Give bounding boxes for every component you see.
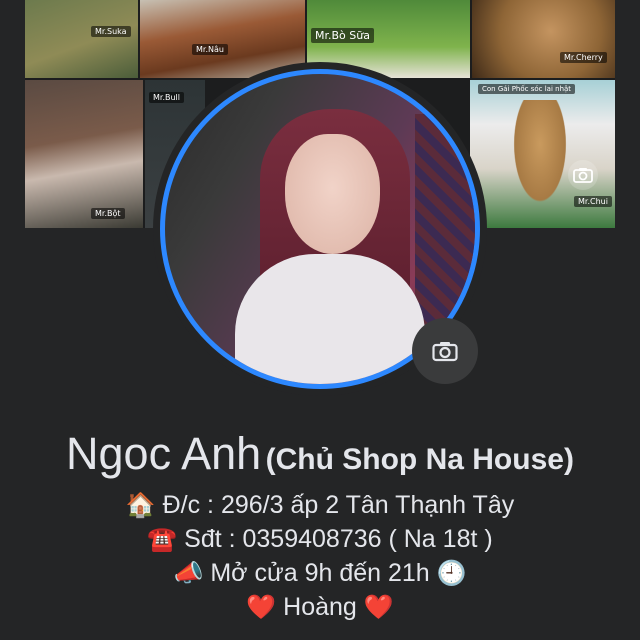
bio-phone: Sđt : 0359408736 ( Na 18t ) [184, 525, 493, 553]
bio-address: Đ/c : 296/3 ấp 2 Tân Thạnh Tây [162, 491, 515, 519]
bio-phone-line: ☎️ Sđt : 0359408736 ( Na 18t ) [0, 522, 640, 556]
bio-address-line: 🏠 Đ/c : 296/3 ấp 2 Tân Thạnh Tây [0, 488, 640, 522]
bio-hours: Mở cửa 9h đến 21h [210, 559, 430, 587]
bio-hours-line: 📣 Mở cửa 9h đến 21h 🕘 [0, 556, 640, 590]
cover-camera-button[interactable] [568, 160, 598, 190]
pet-name-tag: Mr.Bột [91, 208, 125, 219]
camera-icon [432, 342, 458, 362]
heart-icon: ❤️ [246, 593, 277, 621]
pet-name-tag: Mr.Cherry [560, 52, 607, 63]
pet-name-tag: Mr.Chui [574, 196, 612, 207]
cover-tile-dog: Mr.Suka [25, 0, 138, 78]
pet-name-tag: Mr.Suka [91, 26, 131, 37]
pet-name-tag: Con Gái Phốc sóc lai nhật [478, 84, 576, 94]
background-clothing [415, 114, 475, 344]
profile-bio: 🏠 Đ/c : 296/3 ấp 2 Tân Thạnh Tây ☎️ Sđt … [0, 488, 640, 624]
bio-love-line: ❤️ Hoàng ❤️ [0, 590, 640, 624]
profile-nickname: (Chủ Shop Na House) [265, 443, 574, 476]
profile-name: Ngoc Anh [66, 428, 262, 479]
clock-icon: 🕘 [436, 559, 467, 587]
avatar-face [285, 134, 380, 254]
cover-tile-dog: Mr.Cherry [472, 0, 615, 78]
cover-tile-dog: Mr.Bột [25, 80, 143, 228]
heart-icon: ❤️ [363, 593, 394, 621]
bio-love: Hoàng [283, 593, 357, 621]
cover-tile-dog: Con Gái Phốc sóc lai nhật Mr.Chui [470, 80, 615, 228]
avatar-shirt [235, 254, 425, 384]
pet-name-tag: Mr.Bull [149, 92, 185, 103]
dog-photo [510, 100, 570, 210]
camera-icon [573, 168, 593, 183]
profile-name-line: Ngoc Anh (Chủ Shop Na House) [0, 428, 640, 480]
house-icon: 🏠 [125, 491, 156, 519]
profile-camera-button[interactable] [412, 318, 478, 384]
pet-name-tag: Mr.Nâu [192, 44, 228, 55]
telephone-icon: ☎️ [147, 525, 178, 553]
pet-name-tag: Mr.Bò Sữa [311, 28, 374, 43]
megaphone-icon: 📣 [173, 559, 204, 587]
